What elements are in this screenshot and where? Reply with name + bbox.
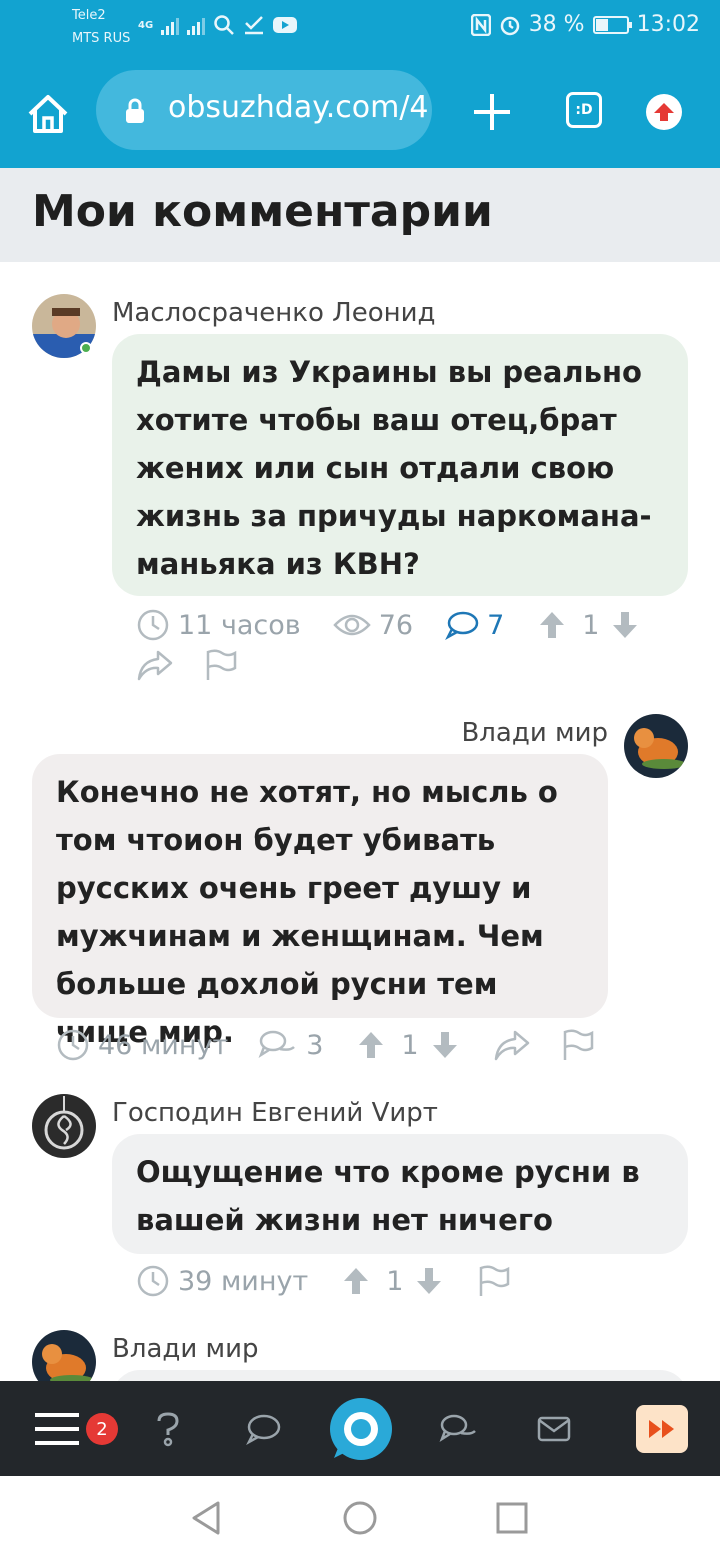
status-bar: Tele2 MTS RUS 4G 38 % 13:02 (0, 0, 720, 58)
menu-button[interactable] (32, 1381, 82, 1476)
browser-toolbar: obsuzhday.com/4 :D (0, 58, 720, 168)
recent-apps-icon[interactable] (496, 1502, 528, 1534)
views-count: 76 (378, 609, 414, 641)
lock-icon (126, 98, 144, 123)
home-icon[interactable] (24, 90, 72, 138)
share-icon[interactable] (493, 1028, 531, 1062)
downvote-icon[interactable] (611, 610, 639, 640)
clock: 13:02 (636, 12, 700, 37)
comment-time: 39 минут (178, 1265, 309, 1297)
comment-author[interactable]: Влади мир (461, 718, 608, 748)
comment-meta: 39 минут 1 (136, 1264, 511, 1298)
rating-count: 1 (582, 609, 600, 641)
page-title: Мои комментарии (32, 186, 493, 237)
forward-button[interactable] (636, 1381, 688, 1476)
discussion-icon (439, 1414, 476, 1442)
comments-button[interactable] (240, 1381, 286, 1476)
mail-icon (537, 1416, 571, 1441)
timestamp: 39 минут (136, 1264, 308, 1298)
page-header: Мои комментарии (0, 168, 720, 262)
discussion-icon (258, 1030, 296, 1059)
speech-bubble-icon (445, 611, 479, 640)
discussions-button[interactable] (436, 1381, 482, 1476)
views: 76 (332, 609, 414, 641)
search-icon (214, 15, 235, 35)
download-check-icon (245, 16, 264, 35)
replies-link[interactable]: 3 (258, 1029, 323, 1061)
comment-time: 11 часов (178, 609, 301, 641)
home-circle-icon[interactable] (342, 1500, 378, 1536)
new-tab-icon[interactable] (470, 90, 514, 134)
flag-icon[interactable] (561, 1028, 595, 1062)
clock-icon (57, 1029, 89, 1061)
flag-icon[interactable] (204, 648, 238, 682)
downvote-icon[interactable] (415, 1266, 443, 1296)
help-button[interactable] (146, 1381, 190, 1476)
upvote-icon[interactable] (538, 610, 566, 640)
replies-count: 3 (306, 1029, 324, 1061)
signal-icon (161, 15, 180, 35)
replies-link[interactable]: 7 (445, 610, 504, 641)
system-nav-bar (0, 1476, 720, 1560)
timestamp: 46 минут (56, 1028, 228, 1062)
alarm-icon (500, 16, 519, 35)
network-type: 4G (138, 19, 154, 31)
back-icon[interactable] (190, 1500, 222, 1536)
upload-icon[interactable] (646, 94, 682, 130)
comment-meta: 11 часов 76 7 1 (136, 608, 639, 642)
upvote-icon[interactable] (342, 1266, 370, 1296)
comment-text: Ощущение что кроме русни в вашей жизни н… (112, 1134, 688, 1254)
speech-bubble-icon (246, 1414, 281, 1445)
clock-icon (137, 1265, 169, 1297)
comment-text: Дамы из Украины вы реально хотите чтобы … (112, 334, 688, 596)
battery-icon (592, 15, 632, 34)
comment-text: Конечно не хотят, но мысль о том чтоион … (32, 754, 608, 1049)
signal-2-icon (187, 15, 206, 35)
timestamp: 11 часов (136, 608, 301, 642)
status-icons-right: 38 % 13:02 (470, 12, 700, 37)
comment-meta: 46 минут 3 1 (56, 1028, 595, 1062)
tabs-button[interactable]: :D (566, 92, 602, 128)
url-text: obsuzhday.com/4 (168, 90, 429, 125)
battery-percent: 38 % (528, 12, 585, 37)
address-bar[interactable]: obsuzhday.com/4 (96, 70, 432, 150)
hamburger-icon (35, 1412, 79, 1445)
clock-icon (137, 609, 169, 641)
question-icon (157, 1411, 179, 1446)
comment-author[interactable]: Маслосраченко Леонид (112, 298, 435, 328)
rating-count: 1 (386, 1265, 404, 1297)
avatar[interactable] (624, 714, 688, 778)
comment-author[interactable]: Господин Евгений Vирт (112, 1098, 438, 1128)
main-action-button[interactable] (328, 1381, 394, 1476)
notification-badge: 2 (86, 1413, 118, 1445)
online-indicator (80, 342, 92, 354)
eye-icon (332, 614, 371, 636)
status-icons-left: 4G (138, 14, 298, 36)
logo-icon (330, 1397, 392, 1460)
downvote-icon[interactable] (431, 1030, 459, 1060)
rating-count: 1 (401, 1029, 419, 1061)
replies-count: 7 (487, 609, 505, 641)
flag-icon[interactable] (477, 1264, 511, 1298)
comment-time: 46 минут (98, 1029, 229, 1061)
carrier-1: Tele2 (72, 8, 106, 23)
messages-button[interactable] (534, 1381, 574, 1476)
youtube-icon (273, 17, 298, 33)
carrier-2: MTS RUS (72, 31, 131, 46)
comment-author[interactable]: Влади мир (112, 1334, 259, 1364)
nfc-icon (470, 13, 491, 36)
upvote-icon[interactable] (357, 1030, 385, 1060)
app-bottom-nav: 2 (0, 1381, 720, 1476)
fast-forward-icon (649, 1419, 674, 1438)
avatar[interactable] (32, 1094, 96, 1158)
comment-actions (136, 648, 238, 682)
share-icon[interactable] (136, 648, 174, 682)
